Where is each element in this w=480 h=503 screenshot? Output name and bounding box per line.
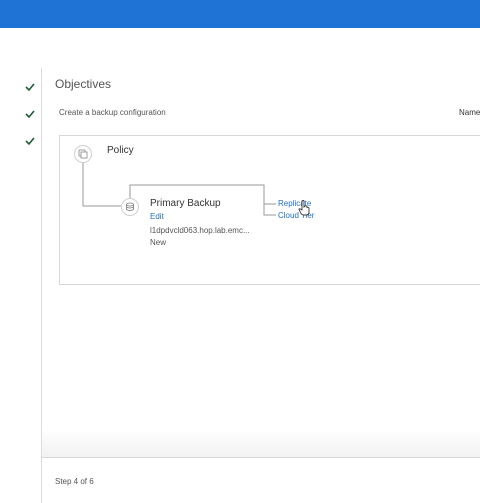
footer-shade <box>42 430 480 458</box>
status-text: New <box>150 238 167 247</box>
primary-backup-node <box>121 198 139 216</box>
database-icon <box>126 202 134 211</box>
footer-divider <box>42 457 480 458</box>
primary-backup-label: Primary Backup <box>150 198 221 209</box>
policy-label: Policy <box>107 145 134 156</box>
copy-icon <box>78 149 88 159</box>
storage-host: l1dpdvcld063.hop.lab.emc... <box>150 226 250 235</box>
policy-node <box>74 145 92 163</box>
diagram-connectors <box>82 163 276 216</box>
edit-link[interactable]: Edit <box>150 212 164 221</box>
step-indicator: Step 4 of 6 <box>55 477 94 486</box>
hand-cursor-icon <box>298 200 310 216</box>
